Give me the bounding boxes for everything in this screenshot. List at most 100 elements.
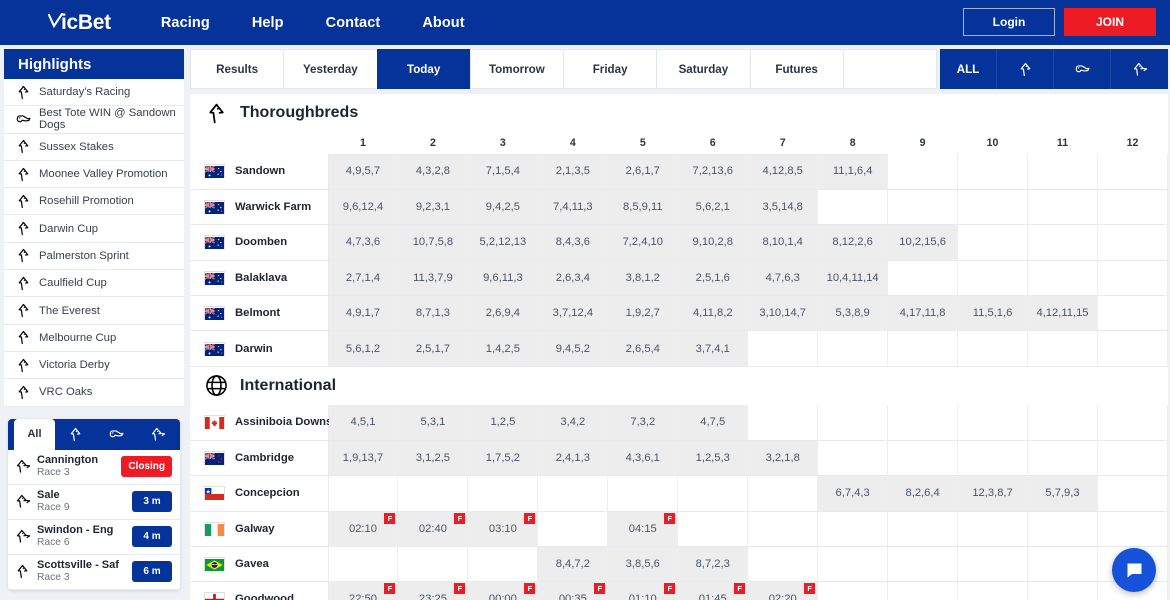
race-cell[interactable]: 7,2,4,10 <box>607 224 679 261</box>
race-cell[interactable]: 8,4,3,6 <box>537 224 609 261</box>
code-filter-0[interactable]: ALL <box>940 49 997 89</box>
ntj-row-0[interactable]: Cannington Race 3 Closing <box>8 450 180 485</box>
sidebar-item-11[interactable]: VRC Oaks <box>4 379 184 407</box>
join-button[interactable]: JOIN <box>1064 8 1156 36</box>
venue-cell[interactable]: Cambridge <box>190 440 329 477</box>
race-cell[interactable]: 10,4,11,14 <box>817 260 889 297</box>
ntj-tab-2[interactable] <box>96 419 137 450</box>
venue-cell[interactable]: Assiniboia Downs <box>190 404 332 441</box>
ntj-badge[interactable]: 6 m <box>132 561 172 583</box>
race-cell[interactable]: 3,7,12,4 <box>537 295 609 332</box>
race-cell[interactable]: 4,7,6,3 <box>747 260 819 297</box>
race-cell[interactable]: 9,4,5,2 <box>537 330 609 367</box>
race-cell[interactable]: 6,7,4,3 <box>817 475 889 512</box>
ntj-badge[interactable]: Closing <box>121 456 172 478</box>
race-cell[interactable]: 3,2,1,8 <box>747 440 819 477</box>
race-cell[interactable]: 4,3,6,1 <box>607 440 679 477</box>
code-filter-3[interactable] <box>1111 49 1168 89</box>
ntj-badge[interactable]: 4 m <box>132 526 172 548</box>
race-cell[interactable]: 2,4,1,3 <box>537 440 609 477</box>
race-cell[interactable]: 9,10,2,8 <box>677 224 749 261</box>
venue-cell[interactable]: Galway <box>190 511 329 547</box>
ntj-badge[interactable]: 3 m <box>132 491 172 513</box>
race-cell[interactable]: 2,5,1,6 <box>677 260 749 297</box>
venue-cell[interactable]: Warwick Farm <box>190 189 329 226</box>
race-cell[interactable]: 7,2,13,6 <box>677 154 749 190</box>
race-cell[interactable]: 8,7,2,3 <box>677 546 749 583</box>
sidebar-item-10[interactable]: Victoria Derby <box>4 352 184 380</box>
race-cell[interactable]: 7,1,5,4 <box>467 154 539 190</box>
race-cell[interactable]: 8,2,6,4 <box>887 475 959 512</box>
race-cell[interactable]: 5,3,8,9 <box>817 295 889 332</box>
race-cell[interactable]: 8,4,7,2 <box>537 546 609 583</box>
race-cell[interactable]: 1,2,5 <box>467 404 539 441</box>
race-cell[interactable]: 7,3,2 <box>607 404 679 441</box>
day-tab-0[interactable]: Results <box>190 49 285 89</box>
sidebar-item-9[interactable]: Melbourne Cup <box>4 325 184 352</box>
code-filter-2[interactable] <box>1054 49 1111 89</box>
race-cell[interactable]: F 02:20 <box>747 581 819 600</box>
sidebar-item-5[interactable]: Darwin Cup <box>4 215 184 243</box>
venue-cell[interactable]: Darwin <box>190 330 329 367</box>
race-cell[interactable]: F 04:15 <box>607 511 679 547</box>
race-cell[interactable]: 3,8,1,2 <box>607 260 679 297</box>
venue-cell[interactable]: Balaklava <box>190 260 329 297</box>
race-cell[interactable]: 2,6,1,7 <box>607 154 679 190</box>
sidebar-item-0[interactable]: Saturday's Racing <box>4 79 184 107</box>
ntj-tab-0[interactable]: All <box>14 418 55 450</box>
race-cell[interactable]: 5,3,1 <box>397 404 469 441</box>
race-cell[interactable]: 4,11,8,2 <box>677 295 749 332</box>
race-cell[interactable]: 5,2,12,13 <box>467 224 539 261</box>
day-tab-2[interactable]: Today <box>376 49 471 89</box>
race-cell[interactable]: F 02:40 <box>397 511 469 547</box>
race-cell[interactable]: 3,1,2,5 <box>397 440 469 477</box>
race-cell[interactable]: 2,6,5,4 <box>607 330 679 367</box>
race-cell[interactable]: 3,7,4,1 <box>677 330 749 367</box>
race-cell[interactable]: F 01:45 <box>677 581 749 600</box>
race-cell[interactable]: 4,17,11,8 <box>887 295 959 332</box>
race-cell[interactable]: 1,9,13,7 <box>328 440 399 477</box>
race-cell[interactable]: 5,6,2,1 <box>677 189 749 226</box>
race-cell[interactable]: 4,9,1,7 <box>328 295 399 332</box>
sidebar-item-2[interactable]: Sussex Stakes <box>4 134 184 161</box>
venue-cell[interactable]: Belmont <box>190 295 329 332</box>
race-cell[interactable]: 1,2,5,3 <box>677 440 749 477</box>
race-cell[interactable]: 8,5,9,11 <box>607 189 679 226</box>
race-cell[interactable]: F 00:00 <box>467 581 539 600</box>
race-cell[interactable]: F 03:10 <box>467 511 539 547</box>
race-cell[interactable]: 7,4,11,3 <box>537 189 609 226</box>
race-cell[interactable]: 9,6,12,4 <box>328 189 399 226</box>
sidebar-item-4[interactable]: Rosehill Promotion <box>4 188 184 216</box>
race-cell[interactable]: 9,6,11,3 <box>467 260 539 297</box>
race-cell[interactable]: 8,12,2,6 <box>817 224 889 261</box>
race-cell[interactable]: F 00:35 <box>537 581 609 600</box>
race-cell[interactable]: 4,5,1 <box>328 404 399 441</box>
race-cell[interactable]: 1,9,2,7 <box>607 295 679 332</box>
venue-cell[interactable]: Gavea <box>190 546 329 583</box>
ntj-row-2[interactable]: Swindon - Eng Race 6 4 m <box>8 520 180 555</box>
race-cell[interactable]: 5,7,9,3 <box>1027 475 1098 512</box>
race-cell[interactable]: 10,7,5,8 <box>397 224 469 261</box>
race-cell[interactable]: 9,4,2,5 <box>467 189 539 226</box>
sidebar-item-3[interactable]: Moonee Valley Promotion <box>4 161 184 189</box>
race-cell[interactable]: 11,3,7,9 <box>397 260 469 297</box>
chat-bubble-icon[interactable] <box>1112 548 1156 592</box>
race-cell[interactable]: 8,10,1,4 <box>747 224 819 261</box>
ntj-row-1[interactable]: Sale Race 9 3 m <box>8 485 180 520</box>
day-tab-4[interactable]: Friday <box>563 49 658 89</box>
venue-cell[interactable]: Doomben <box>190 224 329 261</box>
race-cell[interactable]: 5,6,1,2 <box>328 330 399 367</box>
race-cell[interactable]: 1,7,5,2 <box>467 440 539 477</box>
race-cell[interactable]: 2,1,3,5 <box>537 154 609 190</box>
ntj-tab-3[interactable] <box>137 419 178 450</box>
sidebar-item-1[interactable]: Best Tote WIN @ Sandown Dogs <box>4 106 184 134</box>
race-cell[interactable]: 11,1,6,4 <box>817 154 889 190</box>
race-cell[interactable]: 9,2,3,1 <box>397 189 469 226</box>
race-cell[interactable]: 4,9,5,7 <box>328 154 399 190</box>
nav-item-help[interactable]: Help <box>252 15 284 31</box>
race-cell[interactable]: F 23:25 <box>397 581 469 600</box>
race-cell[interactable]: 2,7,1,4 <box>328 260 399 297</box>
race-cell[interactable]: 3,4,2 <box>537 404 609 441</box>
sidebar-item-8[interactable]: The Everest <box>4 297 184 325</box>
day-tab-1[interactable]: Yesterday <box>283 49 378 89</box>
